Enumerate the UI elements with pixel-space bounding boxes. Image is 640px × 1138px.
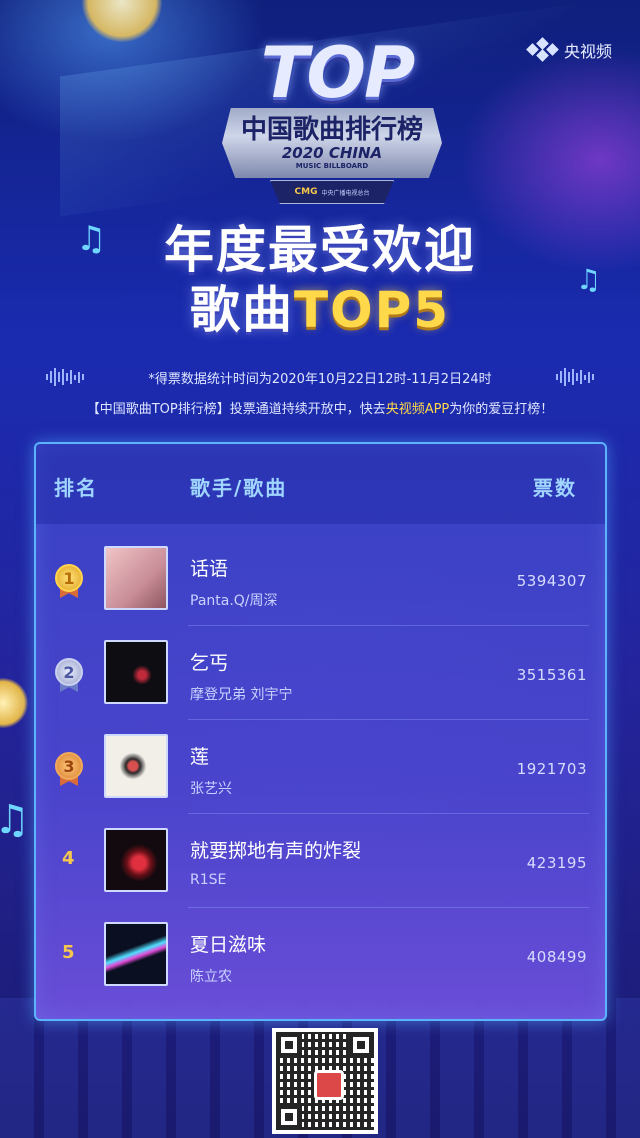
album-cover (104, 640, 168, 704)
header-votes: 票数 (533, 476, 577, 500)
cmg-label: CMG (294, 187, 318, 197)
cta-app-highlight: 央视频APP (385, 402, 450, 417)
header-rank: 排名 (54, 476, 98, 500)
ranking-row[interactable]: 5 夏日滋味 陈立农 408499 (36, 908, 605, 1002)
logo-top-text: TOP (260, 32, 416, 114)
gold-medal-icon: 1 (54, 564, 84, 600)
song-artist: 摩登兄弟 刘宇宁 (190, 687, 293, 703)
music-note-icon: ♫ (0, 797, 30, 843)
logo-plate: 中国歌曲排行榜 2020 CHINA MUSIC BILLBOARD (222, 108, 442, 178)
ranking-panel: 排名 歌手/歌曲 票数 1 话语 Panta.Q/周深 5394307 2 乞丐… (34, 442, 607, 1021)
song-artist: R1SE (190, 872, 227, 888)
headline-line2-prefix: 歌曲 (189, 281, 294, 339)
vote-count: 5394307 (516, 572, 587, 590)
song-title: 乞丐 (190, 652, 229, 674)
headline-line2: 歌曲TOP5 (0, 280, 640, 340)
song-artist: 陈立农 (190, 969, 232, 985)
qr-code-icon[interactable] (272, 1028, 378, 1134)
rank-number: 4 (62, 848, 75, 869)
qr-pattern (276, 1032, 374, 1130)
album-cover (104, 922, 168, 986)
rank-number: 5 (62, 942, 75, 963)
logo-subtitle: MUSIC BILLBOARD (295, 162, 369, 170)
vote-count: 408499 (526, 948, 587, 966)
header-artist-song: 歌手/歌曲 (190, 476, 288, 500)
ranking-row[interactable]: 4 就要掷地有声的炸裂 R1SE 423195 (36, 814, 605, 908)
album-cover (104, 828, 168, 892)
cctv-video-logo-icon (526, 37, 559, 62)
headline-accent: TOP5 (293, 281, 451, 339)
brand-label: 央视频 (563, 42, 612, 61)
headline-line1: 年度最受欢迎 (164, 221, 476, 279)
song-title: 话语 (190, 558, 229, 580)
silver-medal-icon: 2 (54, 658, 84, 694)
billboard-logo: TOP 中国歌曲排行榜 2020 CHINA MUSIC BILLBOARD C… (212, 38, 452, 206)
vote-call-to-action: 【中国歌曲TOP排行榜】投票通道持续开放中，快去央视频APP为你的爱豆打榜！ (0, 398, 640, 417)
vote-period-note: *得票数据统计时间为2020年10月22日12时-11月2日24时 (148, 372, 492, 387)
headline: 年度最受欢迎 歌曲TOP5 (0, 220, 640, 340)
song-title: 夏日滋味 (190, 934, 267, 956)
cta-prefix: 【中国歌曲TOP排行榜】投票通道持续开放中，快去 (86, 402, 386, 417)
logo-title: 中国歌曲排行榜 (240, 115, 423, 145)
album-cover (104, 734, 168, 798)
song-title: 莲 (190, 746, 210, 768)
brand: 央视频 (526, 37, 612, 62)
vote-count: 1921703 (516, 760, 587, 778)
song-artist: 张艺兴 (190, 781, 232, 797)
vote-count: 3515361 (516, 666, 587, 684)
app-logo-icon (314, 1070, 344, 1100)
album-cover (104, 546, 168, 610)
cmg-badge: CMG 中央广播电视总台 (270, 180, 394, 204)
vote-count: 423195 (526, 854, 587, 872)
ranking-row[interactable]: 2 乞丐 摩登兄弟 刘宇宁 3515361 (36, 626, 605, 720)
ranking-row[interactable]: 1 话语 Panta.Q/周深 5394307 (36, 532, 605, 626)
ranking-row[interactable]: 3 莲 张艺兴 1921703 (36, 720, 605, 814)
song-artist: Panta.Q/周深 (190, 593, 278, 609)
ranking-header: 排名 歌手/歌曲 票数 (36, 444, 605, 524)
cmg-sub-label: 中央广播电视总台 (321, 189, 370, 197)
bronze-medal-icon: 3 (54, 752, 84, 788)
logo-year: 2020 CHINA (281, 144, 383, 162)
song-title: 就要掷地有声的炸裂 (190, 840, 362, 862)
cta-suffix: 为你的爱豆打榜！ (449, 402, 554, 417)
